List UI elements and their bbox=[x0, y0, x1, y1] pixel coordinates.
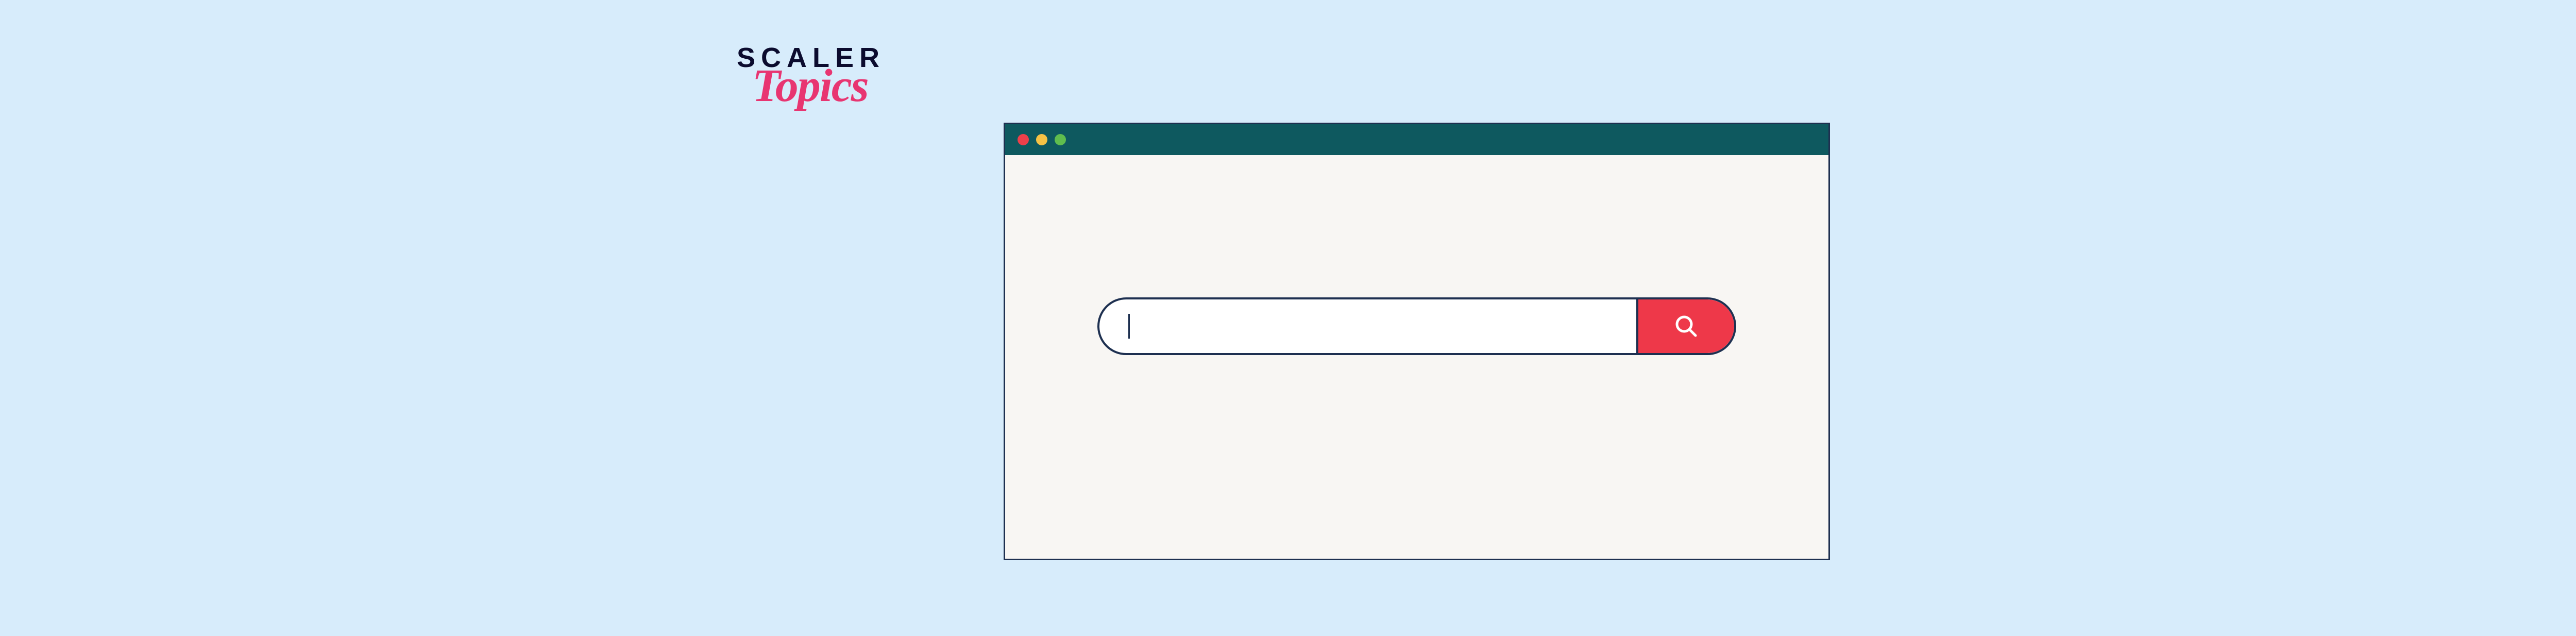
scaler-topics-logo: SCALER Topics bbox=[737, 44, 885, 105]
search-icon bbox=[1674, 314, 1699, 339]
window-title-bar bbox=[1005, 124, 1828, 155]
search-button[interactable] bbox=[1636, 299, 1734, 353]
minimize-icon[interactable] bbox=[1036, 134, 1047, 145]
close-icon[interactable] bbox=[1018, 134, 1029, 145]
browser-window bbox=[1004, 123, 1830, 560]
search-input[interactable] bbox=[1099, 299, 1636, 353]
search-bar bbox=[1097, 297, 1736, 355]
logo-line2: Topics bbox=[752, 68, 868, 105]
browser-content bbox=[1005, 155, 1828, 559]
maximize-icon[interactable] bbox=[1055, 134, 1066, 145]
